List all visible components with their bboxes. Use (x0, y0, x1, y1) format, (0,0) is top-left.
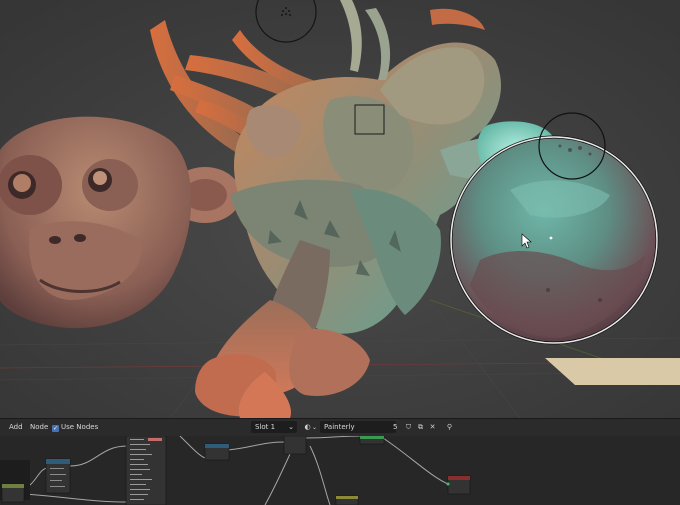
node-menu[interactable]: Node (28, 421, 50, 433)
duplicate-icon[interactable]: ⧉ (416, 421, 425, 433)
node-box (204, 443, 230, 461)
node-box (1, 483, 25, 503)
node-graph[interactable] (0, 436, 680, 505)
add-menu[interactable]: Add (7, 421, 25, 433)
chevron-down-icon: ⌄ (312, 424, 318, 431)
pin-icon[interactable]: ⚲ (445, 421, 454, 433)
3d-viewport[interactable] (0, 0, 680, 418)
node-box (446, 475, 471, 495)
use-nodes-toggle[interactable]: ✓ Use Nodes (52, 421, 98, 433)
paint-sphere (449, 135, 659, 345)
close-icon[interactable]: ✕ (428, 421, 437, 433)
slot-selector[interactable]: Slot 1 ⌄ (251, 421, 297, 433)
slot-label: Slot 1 (255, 423, 276, 431)
use-nodes-label: Use Nodes (61, 423, 99, 431)
node-box (125, 436, 167, 505)
checkmark-icon[interactable]: ✓ (52, 425, 59, 432)
chevron-down-icon: ⌄ (288, 423, 294, 431)
viewport-scene[interactable] (0, 0, 680, 418)
node-editor-header: Add Node ✓ Use Nodes Slot 1 ⌄ ◐⌄ Painterly… (0, 418, 680, 436)
node-links (21, 436, 449, 505)
user-count[interactable]: 5 (393, 421, 397, 433)
material-name-field[interactable]: Painterly (320, 421, 396, 433)
shield-icon[interactable]: ⛉ (404, 421, 413, 433)
node-box (335, 495, 359, 505)
material-browse-button[interactable]: ◐⌄ (303, 421, 317, 433)
node-box (359, 436, 385, 445)
material-sphere-icon: ◐ (304, 423, 311, 431)
node-editor-canvas[interactable] (0, 436, 680, 505)
node-box (283, 436, 307, 455)
node-box (45, 458, 71, 494)
